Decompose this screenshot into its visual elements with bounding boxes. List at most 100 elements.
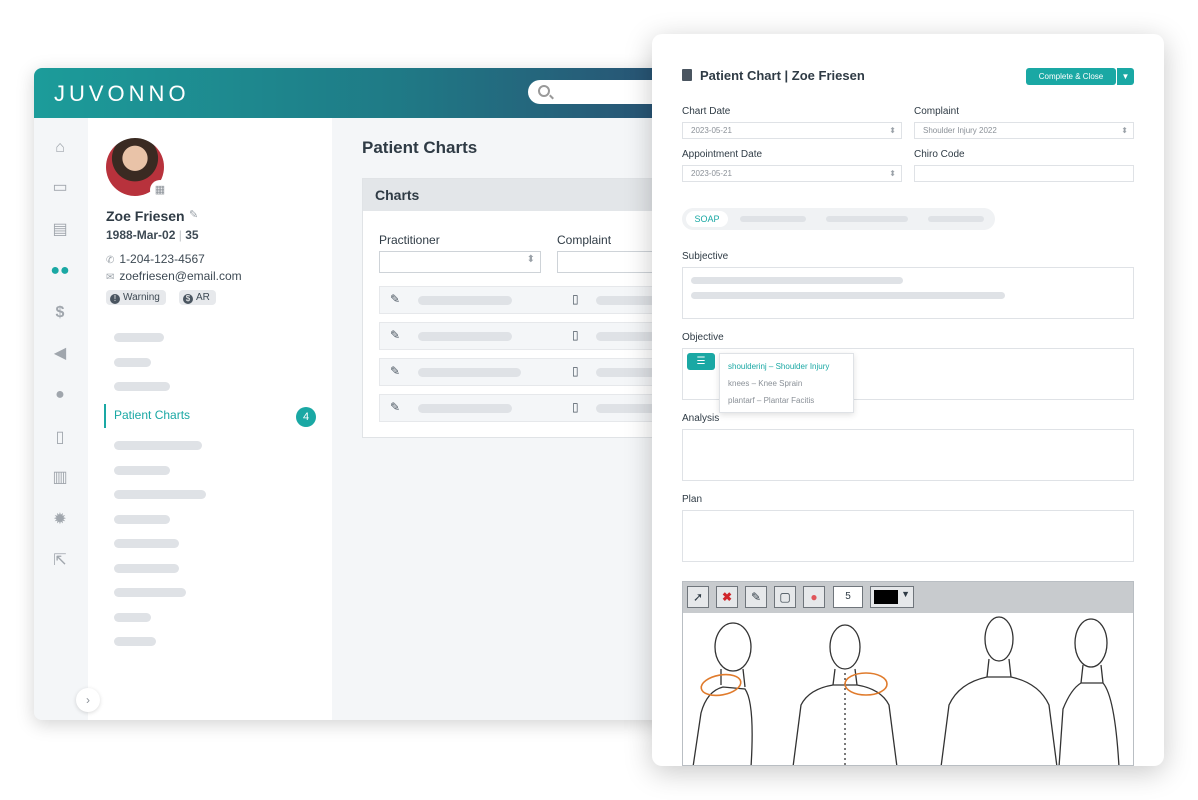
tab-placeholder[interactable] xyxy=(826,216,908,222)
practitioner-select[interactable] xyxy=(379,251,541,273)
pencil-tool-icon[interactable]: ✎ xyxy=(745,586,767,608)
email-icon: ✉ xyxy=(106,272,115,283)
chart-tabs: SOAP xyxy=(682,208,995,230)
chart-row[interactable]: ✎ ▯ xyxy=(379,394,694,422)
calendar-icon[interactable]: ▦ xyxy=(150,180,170,200)
dob-value: 1988-Mar-02 xyxy=(106,228,176,242)
sidebar-collapse-button[interactable]: › xyxy=(76,688,100,712)
appointment-date-label: Appointment Date xyxy=(682,149,763,160)
complaint-value: Shoulder Injury 2022 xyxy=(923,126,997,135)
warning-badge[interactable]: ! Warning xyxy=(106,290,166,305)
nav-placeholder[interactable] xyxy=(114,382,170,391)
chiro-code-field[interactable] xyxy=(914,165,1134,182)
complaint-label: Complaint xyxy=(557,233,612,247)
ar-label: AR xyxy=(196,292,210,303)
analysis-textarea[interactable] xyxy=(682,429,1134,481)
nav-placeholder[interactable] xyxy=(114,466,170,475)
chat-icon[interactable]: ● xyxy=(50,385,70,405)
chart-row[interactable]: ✎ ▯ xyxy=(379,358,694,386)
template-option[interactable]: knees – Knee Sprain xyxy=(728,379,802,388)
analysis-label: Analysis xyxy=(682,413,720,424)
body-diagram xyxy=(692,616,1120,765)
nav-placeholder[interactable] xyxy=(114,637,156,646)
clipboard-icon[interactable]: ▤ xyxy=(50,220,70,240)
nav-placeholder[interactable] xyxy=(114,539,179,548)
user-edit-icon: ✎ xyxy=(390,328,401,342)
brush-size-input[interactable]: 5 xyxy=(833,586,863,608)
chart-row[interactable]: ✎ ▯ xyxy=(379,286,694,314)
complaint-select[interactable]: Shoulder Injury 2022 ⬍ xyxy=(914,122,1134,139)
subjective-textarea[interactable] xyxy=(682,267,1134,319)
ar-badge[interactable]: $ AR xyxy=(179,290,216,305)
body-drawing-canvas[interactable]: ➚ ✖ ✎ ▢ ● 5 ▼ xyxy=(682,581,1134,766)
document-icon: ▯ xyxy=(572,328,579,342)
edit-icon[interactable]: ✎ xyxy=(189,208,198,221)
billing-icon[interactable]: $ xyxy=(50,303,70,323)
patient-name: Zoe Friesen xyxy=(106,208,185,224)
app-window: JUVONNO ⌂ ▭ ▤ ●● $ ◀ ● ▯ ▥ ✹ ⇱ ▦ Zoe Fri… xyxy=(34,68,694,720)
nav-placeholder[interactable] xyxy=(114,613,151,622)
template-list-button[interactable]: ☰ xyxy=(687,353,715,370)
icon-rail: ⌂ ▭ ▤ ●● $ ◀ ● ▯ ▥ ✹ ⇱ xyxy=(34,118,86,720)
text-placeholder xyxy=(691,277,903,284)
juvonno-logo[interactable]: JUVONNO xyxy=(54,81,190,107)
plan-textarea[interactable] xyxy=(682,510,1134,562)
chart-date-value: 2023-05-21 xyxy=(691,126,732,135)
nav-placeholder[interactable] xyxy=(114,515,170,524)
nav-placeholder[interactable] xyxy=(114,333,164,342)
annotation-circle[interactable] xyxy=(844,672,888,696)
complete-close-button[interactable]: Complete & Close xyxy=(1026,68,1116,85)
dob-separator: | xyxy=(178,228,182,242)
text-placeholder xyxy=(691,292,1005,299)
settings-icon[interactable]: ✹ xyxy=(50,510,70,530)
megaphone-icon[interactable]: ◀ xyxy=(50,344,70,364)
drawing-toolbar: ➚ ✖ ✎ ▢ ● 5 ▼ xyxy=(683,582,1133,613)
circle-tool-icon[interactable]: ● xyxy=(803,586,825,608)
modal-title-text: Patient Chart xyxy=(700,68,781,83)
nav-placeholder[interactable] xyxy=(114,358,151,367)
complaint-label: Complaint xyxy=(914,106,960,117)
nav-placeholder[interactable] xyxy=(114,588,186,597)
phone-icon: ✆ xyxy=(106,255,115,266)
alert-icon: ! xyxy=(110,294,120,304)
tab-soap[interactable]: SOAP xyxy=(686,211,728,227)
nav-placeholder[interactable] xyxy=(114,441,202,450)
head-outline xyxy=(714,622,752,672)
practitioner-placeholder xyxy=(418,332,512,341)
chevron-down-icon: ▼ xyxy=(901,589,910,599)
dollar-icon: $ xyxy=(183,294,193,304)
nav-placeholder[interactable] xyxy=(114,490,206,499)
complete-options-button[interactable]: ▼ xyxy=(1117,68,1134,85)
tab-placeholder[interactable] xyxy=(928,216,984,222)
appointment-date-value: 2023-05-21 xyxy=(691,169,732,178)
monitor-icon[interactable]: ▭ xyxy=(50,178,70,198)
color-picker[interactable]: ▼ xyxy=(870,586,914,608)
head-outline xyxy=(1074,618,1108,668)
practitioner-placeholder xyxy=(418,368,521,377)
appointment-date-field[interactable]: 2023-05-21 ⬍ xyxy=(682,165,902,182)
external-link-icon[interactable]: ⇱ xyxy=(50,551,70,571)
template-option[interactable]: shoulderinj – Shoulder Injury xyxy=(728,362,829,371)
patient-phone: ✆ 1-204-123-4567 xyxy=(106,252,205,266)
delete-tool-icon[interactable]: ✖ xyxy=(716,586,738,608)
chart-date-field[interactable]: 2023-05-21 ⬍ xyxy=(682,122,902,139)
chart-row[interactable]: ✎ ▯ xyxy=(379,322,694,350)
document-icon[interactable]: ▯ xyxy=(50,428,70,448)
home-icon[interactable]: ⌂ xyxy=(50,138,70,158)
nav-placeholder[interactable] xyxy=(114,564,179,573)
patient-charts-count: 4 xyxy=(296,407,316,427)
patients-icon[interactable]: ●● xyxy=(50,261,70,281)
practitioner-placeholder xyxy=(418,404,512,413)
patient-sidebar: ▦ Zoe Friesen ✎ 1988-Mar-02 | 35 ✆ 1-204-… xyxy=(88,118,332,720)
rectangle-tool-icon[interactable]: ▢ xyxy=(774,586,796,608)
reports-icon[interactable]: ▥ xyxy=(50,468,70,488)
phone-value: 1-204-123-4567 xyxy=(119,252,205,266)
template-option[interactable]: plantarf – Plantar Facitis xyxy=(728,396,814,405)
tab-placeholder[interactable] xyxy=(740,216,806,222)
warning-label: Warning xyxy=(123,292,160,303)
patient-chart-modal: Patient Chart | Zoe Friesen Complete & C… xyxy=(652,34,1164,766)
pointer-tool-icon[interactable]: ➚ xyxy=(687,586,709,608)
document-icon: ▯ xyxy=(572,364,579,378)
nav-item-label: Patient Charts xyxy=(114,408,191,422)
torso-outline xyxy=(940,658,1058,765)
